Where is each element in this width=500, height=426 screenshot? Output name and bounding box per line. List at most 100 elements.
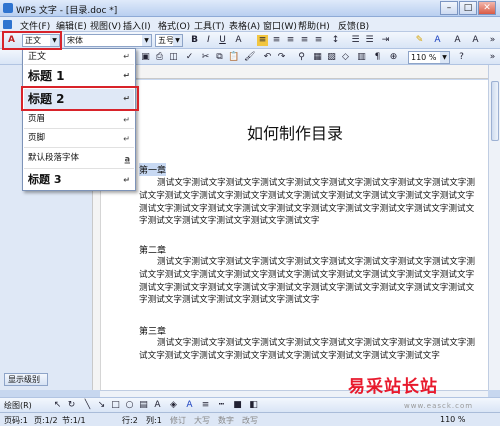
print-icon[interactable]: ⎙ (154, 52, 165, 63)
style-item-heading-1[interactable]: 标题 1 ↵ (24, 66, 134, 87)
chapter-2-text[interactable]: 测试文字测试文字测试文字测试文字测试文字测试文字测试文字测试文字测试文字测试文字… (139, 256, 479, 307)
align-left-icon[interactable]: ≡ (257, 35, 268, 46)
size-combo[interactable]: 五号 ▼ (155, 34, 183, 47)
align-right-icon[interactable]: ≡ (285, 35, 296, 46)
status-zoom: 110 % (440, 415, 466, 424)
menu-format[interactable]: 格式(O) (158, 19, 190, 32)
font-combo[interactable]: 宋体 ▼ (64, 34, 152, 47)
chevron-down-icon[interactable]: ▼ (173, 35, 182, 46)
menu-view[interactable]: 视图(V) (90, 19, 121, 32)
line-style-icon[interactable]: ≡ (200, 400, 211, 411)
picture-icon[interactable]: ▨ (326, 52, 337, 63)
show-level-button[interactable]: 显示级别 (4, 373, 48, 386)
vertical-scrollbar[interactable] (488, 65, 500, 390)
bold-icon[interactable]: B (189, 35, 200, 46)
close-button[interactable]: ✕ (478, 1, 496, 15)
align-center-icon[interactable]: ≡ (271, 35, 282, 46)
fill-color-icon[interactable]: ◈ (168, 400, 179, 411)
char-style-mark: a (124, 154, 130, 163)
minimize-button[interactable]: – (440, 1, 458, 15)
italic-icon[interactable]: I (203, 35, 214, 46)
format-painter-icon[interactable]: 🖌 (244, 52, 255, 63)
chapter-3-heading[interactable]: 第三章 (139, 324, 166, 337)
status-revision[interactable]: 修订 (170, 415, 186, 426)
arrow-icon[interactable]: ↘ (96, 400, 107, 411)
menu-table[interactable]: 表格(A) (229, 19, 260, 32)
justify-icon[interactable]: ≡ (299, 35, 310, 46)
style-item-heading-3[interactable]: 标题 3 ↵ (24, 170, 134, 190)
ellipse-icon[interactable]: ○ (124, 400, 135, 411)
paste-icon[interactable]: 📋 (228, 52, 239, 63)
status-overwrite[interactable]: 改写 (242, 415, 258, 426)
style-item-header[interactable]: 页眉 ↵ (24, 111, 134, 129)
style-item-label: 标题 1 (28, 69, 65, 83)
numbering-icon[interactable]: ☰ (350, 35, 361, 46)
char-shading-icon[interactable]: A (470, 35, 481, 46)
textbox-icon[interactable]: ▤ (138, 400, 149, 411)
size-combo-value: 五号 (158, 36, 174, 45)
menu-insert[interactable]: 插入(I) (123, 19, 151, 32)
line-spacing-icon[interactable]: ↕ (330, 35, 341, 46)
menu-window[interactable]: 窗口(W) (263, 19, 297, 32)
chevron-down-icon[interactable]: ▼ (142, 35, 151, 46)
save-icon[interactable]: ▣ (140, 52, 151, 63)
paragraph-mark-icon: ↵ (123, 115, 130, 124)
rotate-icon[interactable]: ↻ (66, 400, 77, 411)
chapter-2-heading[interactable]: 第二章 (139, 243, 166, 256)
formatting-toolbar: A 正文 ▼ 宋体 ▼ 五号 ▼ B I U A ≡ ≡ ≡ ≡ ≡ ↕ ☰ ☰… (0, 32, 500, 49)
chevron-down-icon[interactable]: ▼ (440, 52, 449, 63)
chapter-3-text[interactable]: 测试文字测试文字测试文字测试文字测试文字测试文字测试文字测试文字测试文字测试文字… (139, 337, 479, 363)
status-caps[interactable]: 大写 (194, 415, 210, 426)
style-item-label: 正文 (28, 52, 47, 62)
columns-icon[interactable]: ▥ (356, 52, 367, 63)
help-icon[interactable]: ? (456, 52, 467, 63)
document-page[interactable]: 如何制作目录 第一章 测试文字测试文字测试文字测试文字测试文字测试文字测试文字测… (100, 80, 488, 390)
font-color-icon[interactable]: A (233, 35, 244, 46)
chapter-1-heading[interactable]: 第一章 (139, 163, 167, 176)
rectangle-icon[interactable]: □ (110, 400, 121, 411)
redo-icon[interactable]: ↷ (276, 52, 287, 63)
undo-icon[interactable]: ↶ (262, 52, 273, 63)
document-title[interactable]: 如何制作目录 (101, 120, 488, 144)
shadow-icon[interactable]: ■ (232, 400, 243, 411)
horizontal-ruler[interactable] (98, 65, 490, 79)
char-border-icon[interactable]: A (452, 35, 463, 46)
show-marks-icon[interactable]: ¶ (372, 52, 383, 63)
copy-icon[interactable]: ⧉ (214, 52, 225, 63)
indent-icon[interactable]: ⇥ (380, 35, 391, 46)
table-icon[interactable]: ▦ (312, 52, 323, 63)
maximize-button[interactable]: □ (459, 1, 477, 15)
spellcheck-icon[interactable]: ✓ (184, 52, 195, 63)
style-item-body[interactable]: 正文 ↵ (24, 50, 134, 65)
cut-icon[interactable]: ✂ (200, 52, 211, 63)
wordart-icon[interactable]: A (152, 400, 163, 411)
hyperlink-icon[interactable]: ⚲ (296, 52, 307, 63)
style-item-footer[interactable]: 页脚 ↵ (24, 130, 134, 148)
highlight-icon[interactable]: ✎ (414, 35, 425, 46)
style-dropdown: 正文 ↵ 标题 1 ↵ 标题 2 ↵ 页眉 ↵ 页脚 ↵ 默认段落字体 a 标题… (22, 48, 136, 191)
drawing-icon[interactable]: ◇ (340, 52, 351, 63)
dash-style-icon[interactable]: ┅ (216, 400, 227, 411)
underline-icon[interactable]: U (217, 35, 228, 46)
paragraph-mark-icon: ↵ (123, 175, 130, 185)
drawing-menu[interactable]: 绘图(R) (4, 400, 32, 411)
menu-tools[interactable]: 工具(T) (194, 19, 225, 32)
scrollbar-thumb[interactable] (491, 81, 499, 141)
menu-feedback[interactable]: 反馈(B) (338, 19, 369, 32)
zoom-tool-icon[interactable]: ⊕ (388, 52, 399, 63)
style-item-default-paragraph-font[interactable]: 默认段落字体 a (24, 149, 134, 169)
font-color-icon[interactable]: A (184, 400, 195, 411)
menu-help[interactable]: 帮助(H) (298, 19, 330, 32)
toolbar-options-icon[interactable]: » (487, 35, 498, 46)
status-numlock[interactable]: 数字 (218, 415, 234, 426)
3d-icon[interactable]: ◧ (248, 400, 259, 411)
zoom-combo[interactable]: 110 % ▼ (408, 51, 450, 64)
toolbar-options-icon[interactable]: » (487, 52, 498, 63)
chapter-1-text[interactable]: 测试文字测试文字测试文字测试文字测试文字测试文字测试文字测试文字测试文字测试文字… (139, 177, 479, 228)
font-color-a-icon[interactable]: A (432, 35, 443, 46)
distribute-icon[interactable]: ≡ (313, 35, 324, 46)
preview-icon[interactable]: ◫ (168, 52, 179, 63)
bullets-icon[interactable]: ☰ (364, 35, 375, 46)
line-icon[interactable]: ╲ (82, 400, 93, 411)
select-arrow-icon[interactable]: ↖ (52, 400, 63, 411)
